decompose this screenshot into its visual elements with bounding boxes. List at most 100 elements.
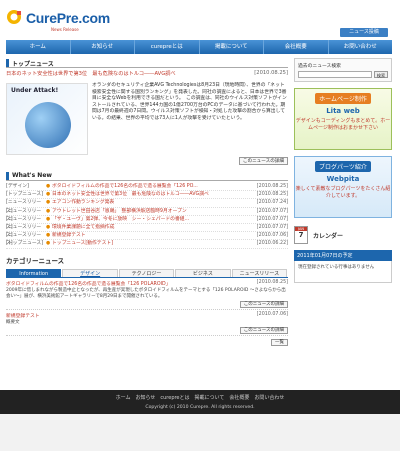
list-item-link[interactable]: 環境件業課題に全て指摘作成 — [52, 224, 254, 231]
list-item: [ニュースリリース] ● 新規登録テスト [2010.07.06] — [6, 232, 288, 246]
category-tabs: Information デザイン テクノロジー ビジネス ニュースリリース — [6, 268, 288, 278]
list-item-category: [ニュースリリース] — [6, 208, 42, 222]
list-item: [トップニュース] ● トップニュース[動作テスト] [2010.06.22] — [6, 240, 288, 249]
category-item-body: 2009年に惜しまれながら製造中止となったが、再生産が実現したボタロイドフィルム… — [6, 287, 286, 299]
category-item-date: [2010.08.25] — [256, 279, 288, 285]
list-item: [デザイン] ● ボタロイドフィルムの作品で126名の作品で造る展覧会「126 PO… — [6, 183, 288, 192]
top-news-title: トップニュース — [12, 61, 54, 68]
category-item-more-button[interactable]: このニュースの詳細 — [239, 326, 288, 334]
category-item-date: [2010.07.06] — [256, 311, 288, 317]
list-item-link[interactable]: ボタロイドフィルムの作品で126名の作品で造る展覧会「126 PO... — [52, 183, 254, 190]
list-item-link[interactable]: 日本のネット安全性は世界で第3位 最も危険なのはトルコ――AVG調べ — [52, 191, 254, 198]
calendar-day: 7 — [298, 231, 304, 239]
tab-design[interactable]: デザイン — [62, 268, 118, 277]
list-item-date: [2010.07.07] — [256, 208, 288, 214]
list-item-date: [2010.06.22] — [256, 241, 288, 247]
site-header: CurePre.com News Release ニュース投稿 — [0, 0, 400, 40]
list-item-link[interactable]: アウトレット世田谷店「恩賜」 整部横浜駅店臨時9月オープン — [52, 208, 254, 215]
schedule-text: 現在登録されている行事はありません — [294, 261, 392, 283]
category-list-row: 一覧 — [6, 336, 288, 347]
page: CurePre.com News Release ニュース投稿 ホーム お知らせ… — [0, 0, 400, 451]
category-item-body: 概要文 — [6, 319, 20, 325]
whats-new-list: [デザイン] ● ボタロイドフィルムの作品で126名の作品で造る展覧会「126 PO… — [6, 183, 288, 249]
search-input[interactable] — [298, 71, 372, 78]
logo-text[interactable]: CurePre.com — [26, 10, 110, 26]
banner-title: Lita web — [326, 107, 360, 115]
nav-listing[interactable]: 掲載について — [200, 40, 264, 54]
footer-links[interactable]: ホーム お知らせ curepreとは 掲載について 会社概要 お問い合わせ — [0, 394, 400, 401]
whats-new-title: What's New — [12, 172, 52, 179]
calendar-label: カレンダー — [313, 232, 344, 240]
list-item-date: [2010.08.25] — [256, 192, 288, 198]
post-news-button[interactable]: ニュース投稿 — [340, 28, 388, 37]
top-news-body: オランダのセキュリティ企業AVG Technologiesは8月23日（現地時間… — [92, 83, 287, 121]
list-item-category: [トップニュース] — [6, 192, 44, 198]
banner-tag: ブログパーツ紹介 — [315, 161, 371, 172]
category-news-title: カテゴリーニュース — [6, 256, 65, 265]
copyright: Copyright (c) 2010 Curepre. All rights r… — [145, 405, 255, 410]
category-item-link[interactable]: ボタロイドフィルムの作品で126名の作品で造る展覧会「126 POLAROID」 — [6, 280, 171, 287]
top-news-header: トップニュース — [6, 58, 288, 68]
banner-text: デザインもコーディングもまとめて。ホームページ制作はおまかせ下さい — [295, 118, 391, 131]
list-item-category: [デザイン] — [6, 184, 29, 189]
globe-icon — [25, 102, 71, 148]
category-item-more-button[interactable]: このニュースの詳細 — [239, 300, 288, 308]
list-item-link[interactable]: 新規登録テスト — [52, 232, 254, 239]
calendar-widget[interactable]: JAN 7 カレンダー — [294, 224, 392, 246]
list-item-link[interactable]: トップニュース[動作テスト] — [52, 240, 254, 247]
top-news-link-row: 日本のネット安全性は世界で第3位 最も危険なのはトルコ――AVG調べ [2010… — [6, 70, 288, 77]
homepage-banner[interactable]: ホームページ制作 Lita web デザインもコーディングもまとめて。ホームペー… — [294, 88, 392, 150]
list-item-link[interactable]: エアコン作動ランキング発表 — [52, 199, 254, 206]
whats-new-header: What's New — [6, 171, 288, 181]
list-item-category: [ニュースリリース] — [6, 224, 42, 239]
top-news-more-button[interactable]: このニュースの詳細 — [238, 157, 288, 165]
list-item-category: [ニュースリリース] — [6, 216, 42, 230]
banner-title: Webpita — [326, 175, 360, 183]
top-news-image[interactable]: Under Attack! — [6, 83, 88, 155]
category-item-link[interactable]: 新規登録テスト — [6, 312, 40, 319]
list-item: [ニュースリリース] ● 「ザ・ユーヴ」第2弾、今冬に放映 シー・シェパードの番組.… — [6, 216, 288, 230]
nav-contact[interactable]: お問い合わせ — [329, 40, 393, 54]
sidebar: 過去のニュース検索 検索 ホームページ制作 Lita web デザインもコーディ… — [294, 58, 392, 283]
image-caption: Under Attack! — [11, 87, 59, 94]
calendar-icon: JAN 7 — [294, 226, 308, 244]
tab-news-release[interactable]: ニュースリリース — [231, 268, 288, 277]
nav-company[interactable]: 会社概要 — [264, 40, 329, 54]
tab-technology[interactable]: テクノロジー — [118, 268, 175, 277]
top-news-date: [2010.08.25] — [254, 70, 288, 76]
main-nav: ホーム お知らせ curepreとは 掲載について 会社概要 お問い合わせ — [6, 40, 392, 54]
category-list-button[interactable]: 一覧 — [271, 338, 288, 346]
nav-about[interactable]: curepreとは — [135, 40, 200, 54]
list-item-date: [2010.07.24] — [256, 200, 288, 206]
section-marker — [6, 172, 9, 180]
search-title: 過去のニュース検索 — [298, 64, 341, 69]
top-news-box: Under Attack! オランダのセキュリティ企業AVG Technolog… — [6, 77, 288, 167]
site-footer: ホーム お知らせ curepreとは 掲載について 会社概要 お問い合わせ Co… — [0, 390, 400, 414]
search-button[interactable]: 検索 — [374, 71, 388, 78]
list-item-category: [ニュースリリース] — [6, 200, 42, 214]
list-item-date: [2010.07.07] — [256, 224, 288, 230]
list-item-link[interactable]: 「ザ・ユーヴ」第2弾、今冬に放映 シー・シェパードの番組... — [52, 216, 254, 223]
category-item: ボタロイドフィルムの作品で126名の作品で造る展覧会「126 POLAROID」… — [6, 278, 288, 310]
section-marker — [6, 59, 9, 67]
list-item: [ニュースリリース] ● エアコン作動ランキング発表 [2010.07.24] — [6, 199, 288, 214]
tab-business[interactable]: ビジネス — [175, 268, 231, 277]
list-item: [トップニュース] ● 日本のネット安全性は世界で第3位 最も危険なのはトルコ――A… — [6, 191, 288, 200]
schedule-title: 2011年01月07日の予定 — [294, 250, 392, 261]
search-row: 検索 — [298, 71, 388, 78]
page-bottom — [0, 414, 400, 451]
category-item: 新規登録テスト [2010.07.06] 概要文 このニュースの詳細 — [6, 310, 288, 336]
list-item-date: [2010.08.25] — [256, 184, 288, 189]
nav-home[interactable]: ホーム — [6, 40, 71, 54]
banner-tag: ホームページ制作 — [315, 93, 371, 104]
list-item-date: [2010.07.06] — [256, 233, 288, 239]
banner-text: 楽しくて素敵なブログパーツをたくさん紹介しています。 — [295, 186, 391, 199]
blogparts-banner[interactable]: ブログパーツ紹介 Webpita 楽しくて素敵なブログパーツをたくさん紹介してい… — [294, 156, 392, 218]
logo-subtitle: News Release — [51, 27, 79, 32]
tab-information[interactable]: Information — [6, 268, 62, 277]
list-item: [ニュースリリース] ● アウトレット世田谷店「恩賜」 整部横浜駅店臨時9月オープン… — [6, 208, 288, 222]
list-item: [ニュースリリース] ● 環境件業課題に全て指摘作成 [2010.07.07] — [6, 224, 288, 239]
nav-news[interactable]: お知らせ — [71, 40, 135, 54]
top-news-link[interactable]: 日本のネット安全性は世界で第3位 最も危険なのはトルコ――AVG調べ — [6, 70, 176, 77]
list-item-date: [2010.07.07] — [256, 216, 288, 222]
